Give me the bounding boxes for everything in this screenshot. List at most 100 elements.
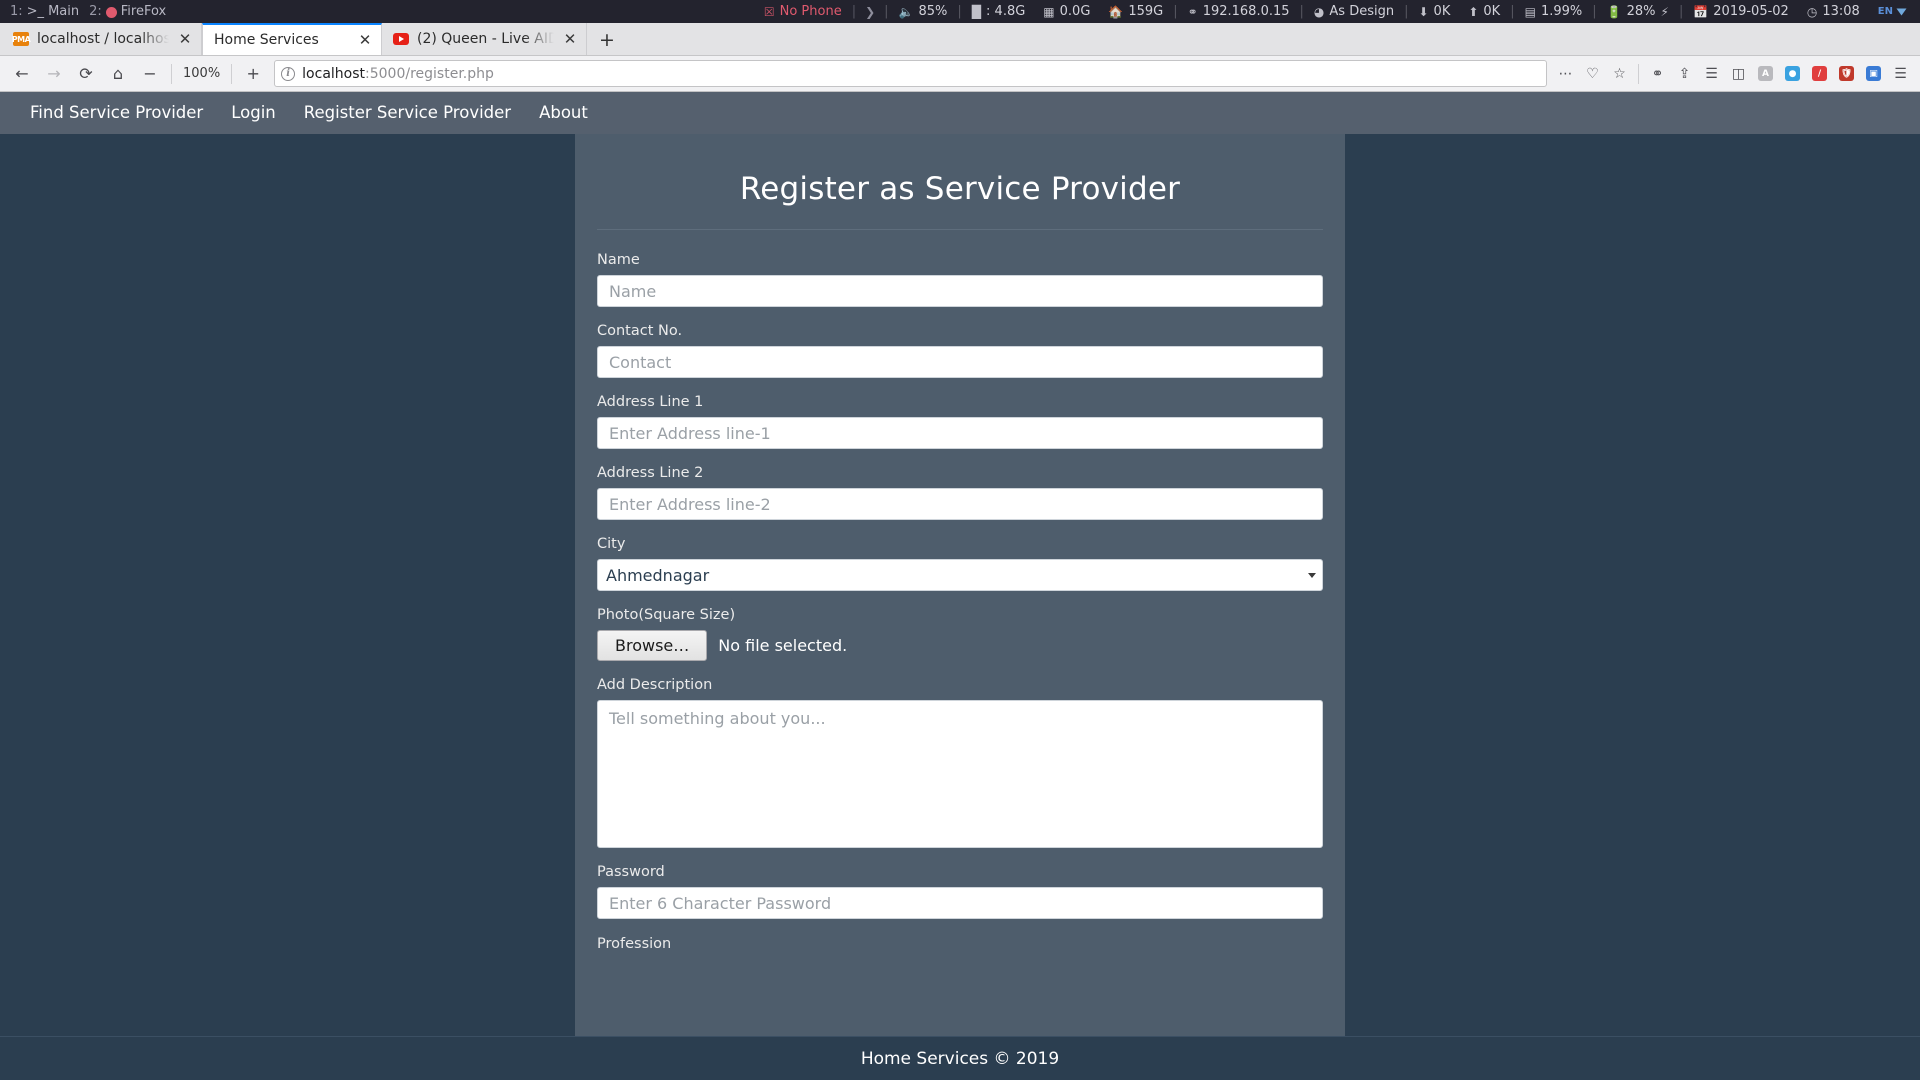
site-info-icon[interactable]: i — [281, 66, 296, 81]
description-textarea[interactable] — [597, 700, 1323, 848]
clock-icon: ◷ — [1806, 4, 1818, 19]
keyboard-layout-status[interactable]: EN — [1869, 6, 1914, 17]
browser-navigation-bar: ← → ⟳ ⌂ − 100% + i localhost:5000/regist… — [0, 56, 1920, 92]
cpu-value: 1.99% — [1540, 4, 1583, 19]
address-line-1-input[interactable] — [597, 417, 1323, 449]
translate-icon[interactable]: ▣ — [1861, 61, 1886, 87]
bookmark-star-icon[interactable]: ☆ — [1607, 61, 1632, 87]
url-path: :5000/register.php — [365, 65, 494, 82]
form-group-photo: Photo(Square Size) Browse… No file selec… — [597, 607, 1323, 661]
zoom-level-label[interactable]: 100% — [178, 66, 225, 81]
url-bar[interactable]: i localhost:5000/register.php — [274, 60, 1547, 87]
swap-status: ▦ 0.0G — [1034, 4, 1099, 19]
label-profession-partial: Profession — [597, 936, 672, 952]
pocket-icon[interactable]: ♡ — [1580, 61, 1605, 87]
speaker-icon: 🔈 — [898, 4, 914, 19]
screenshot-icon[interactable]: A — [1753, 61, 1778, 87]
menu-icon[interactable]: ☰ — [1888, 61, 1913, 87]
wifi-icon: ◕ — [1313, 4, 1325, 19]
home-button-icon[interactable]: ⌂ — [103, 60, 133, 88]
divider — [171, 63, 172, 84]
pocket-save-icon[interactable]: ⇪ — [1672, 61, 1697, 87]
nav-link-login[interactable]: Login — [217, 92, 290, 134]
page-content: Register as Service Provider Name Contac… — [0, 134, 1920, 1036]
label-photo: Photo(Square Size) — [597, 607, 736, 623]
time-value: 13:08 — [1822, 4, 1860, 19]
password-input[interactable] — [597, 887, 1323, 919]
page-actions-icon[interactable]: ⋯ — [1553, 61, 1578, 87]
nav-link-register-service-provider[interactable]: Register Service Provider — [290, 92, 525, 134]
name-input[interactable] — [597, 275, 1323, 307]
file-status-text: No file selected. — [718, 636, 848, 655]
form-group-name: Name — [597, 252, 1323, 307]
ip-address-value: 192.168.0.15 — [1202, 4, 1290, 19]
wifi-ssid: As Design — [1329, 4, 1395, 19]
upload-value: 0K — [1483, 4, 1501, 19]
label-city: City — [597, 536, 626, 552]
library-icon[interactable]: ☰ — [1699, 61, 1724, 87]
label-address-line-2: Address Line 2 — [597, 465, 704, 481]
workspace-main-label: Main — [48, 4, 80, 19]
zoom-out-button[interactable]: − — [135, 60, 165, 88]
tab-close-icon[interactable]: ✕ — [357, 32, 373, 48]
reload-button-icon[interactable]: ⟳ — [71, 60, 101, 88]
ip-address-status: ⚭ 192.168.0.15 — [1179, 4, 1299, 19]
workspace-firefox-number: 2: — [89, 4, 102, 19]
footer-text: Home Services © 2019 — [860, 1048, 1060, 1069]
forward-button-icon[interactable]: → — [39, 60, 69, 88]
workspace-firefox[interactable]: 2: FireFox — [89, 4, 166, 19]
phone-status: ☒ No Phone — [755, 4, 851, 19]
sidebar-icon[interactable]: ◫ — [1726, 61, 1751, 87]
city-select[interactable]: Ahmednagar — [597, 559, 1323, 591]
form-group-description: Add Description — [597, 677, 1323, 848]
link-icon: ⚭ — [1187, 4, 1198, 19]
volume-status[interactable]: 🔈 85% — [890, 4, 957, 19]
label-add-description: Add Description — [597, 677, 713, 693]
account-icon[interactable]: ● — [1780, 61, 1805, 87]
charging-bolt-icon: ⚡ — [1660, 4, 1669, 19]
tab-close-icon[interactable]: ✕ — [177, 31, 193, 47]
adblock-icon[interactable]: / — [1807, 61, 1832, 87]
download-icon: ⬇ — [1418, 4, 1429, 19]
date-value: 2019-05-02 — [1713, 4, 1789, 19]
url-text: localhost:5000/register.php — [302, 66, 494, 82]
browser-tab-home-services[interactable]: Home Services ✕ — [202, 23, 382, 55]
terminal-icon: >_ — [26, 4, 45, 19]
phone-status-text: No Phone — [779, 4, 842, 19]
wifi-status[interactable]: ◕ As Design — [1305, 4, 1403, 19]
disk-icon: ▦ — [1043, 4, 1055, 19]
page-viewport: Find Service Provider Login Register Ser… — [0, 92, 1920, 1080]
browse-button[interactable]: Browse… — [597, 630, 708, 661]
keyboard-layout-value: EN — [1877, 6, 1893, 17]
workspace-main[interactable]: 1: >_ Main — [10, 4, 79, 19]
home-disk-value: 159G — [1128, 4, 1164, 19]
browser-tab-youtube[interactable]: (2) Queen - Live AID 198 ✕ — [382, 23, 587, 55]
nav-link-about[interactable]: About — [525, 92, 602, 134]
download-status: ⬇ 0K — [1409, 4, 1459, 19]
battery-status: 🔋 28% ⚡ — [1598, 4, 1678, 19]
tab-close-icon[interactable]: ✕ — [562, 31, 578, 47]
new-tab-button[interactable]: + — [587, 25, 627, 55]
browser-tab-strip: PMA localhost / localhost / se ✕ Home Se… — [0, 23, 1920, 56]
systray-triangle-icon — [1896, 8, 1907, 15]
browser-tab-phpmyadmin[interactable]: PMA localhost / localhost / se ✕ — [2, 23, 202, 55]
back-button-icon[interactable]: ← — [7, 60, 37, 88]
url-host: localhost — [302, 65, 366, 82]
lastpass-icon[interactable]: ⚭ — [1645, 61, 1670, 87]
contact-input[interactable] — [597, 346, 1323, 378]
battery-icon: 🔋 — [1606, 4, 1622, 19]
system-status-bar: 1: >_ Main 2: FireFox ☒ No Phone | ❯ | 🔈… — [0, 0, 1920, 23]
form-group-address-line-1: Address Line 1 — [597, 394, 1323, 449]
city-select-wrapper: Ahmednagar — [597, 559, 1323, 591]
chevron-right-icon: ❯ — [865, 4, 876, 19]
time-status: ◷ 13:08 — [1798, 4, 1869, 19]
form-group-address-line-2: Address Line 2 — [597, 465, 1323, 520]
shield-icon[interactable]: 🛡 — [1834, 61, 1859, 87]
registration-form-card: Register as Service Provider Name Contac… — [575, 134, 1345, 1036]
label-password: Password — [597, 864, 665, 880]
address-line-2-input[interactable] — [597, 488, 1323, 520]
phpmyadmin-icon: PMA — [12, 31, 31, 47]
nav-link-find-service-provider[interactable]: Find Service Provider — [16, 92, 217, 134]
zoom-in-button[interactable]: + — [238, 60, 268, 88]
youtube-icon — [393, 31, 409, 47]
